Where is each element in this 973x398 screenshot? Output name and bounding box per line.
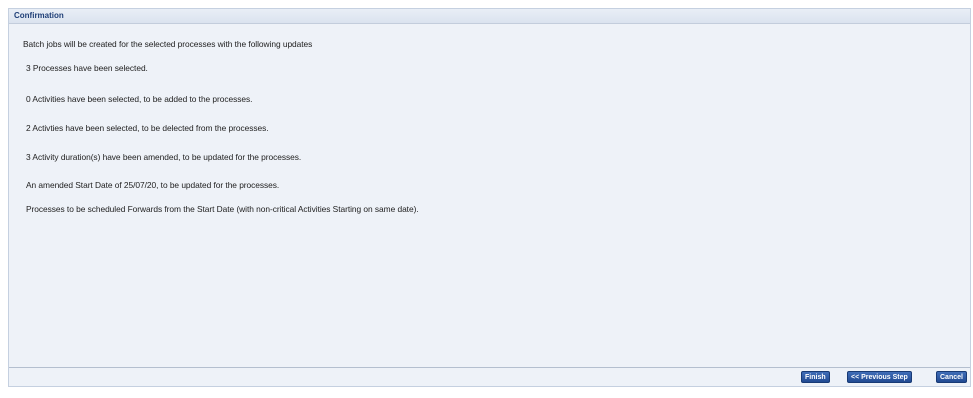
panel-title: Confirmation: [9, 9, 970, 24]
confirmation-body: Batch jobs will be created for the selec…: [9, 24, 970, 370]
intro-text: Batch jobs will be created for the selec…: [23, 39, 313, 49]
activities-added-text: 0 Activities have been selected, to be a…: [26, 94, 253, 104]
scheduling-text: Processes to be scheduled Forwards from …: [26, 204, 419, 214]
button-bar: Finish << Previous Step Cancel: [9, 367, 970, 386]
confirmation-panel: Confirmation Batch jobs will be created …: [8, 8, 971, 387]
processes-selected-text: 3 Processes have been selected.: [26, 63, 148, 73]
durations-amended-text: 3 Activity duration(s) have been amended…: [26, 152, 302, 162]
finish-button[interactable]: Finish: [801, 371, 830, 383]
start-date-text: An amended Start Date of 25/07/20, to be…: [26, 180, 280, 190]
previous-step-button[interactable]: << Previous Step: [847, 371, 912, 383]
cancel-button[interactable]: Cancel: [936, 371, 967, 383]
activities-deleted-text: 2 Activties have been selected, to be de…: [26, 123, 269, 133]
